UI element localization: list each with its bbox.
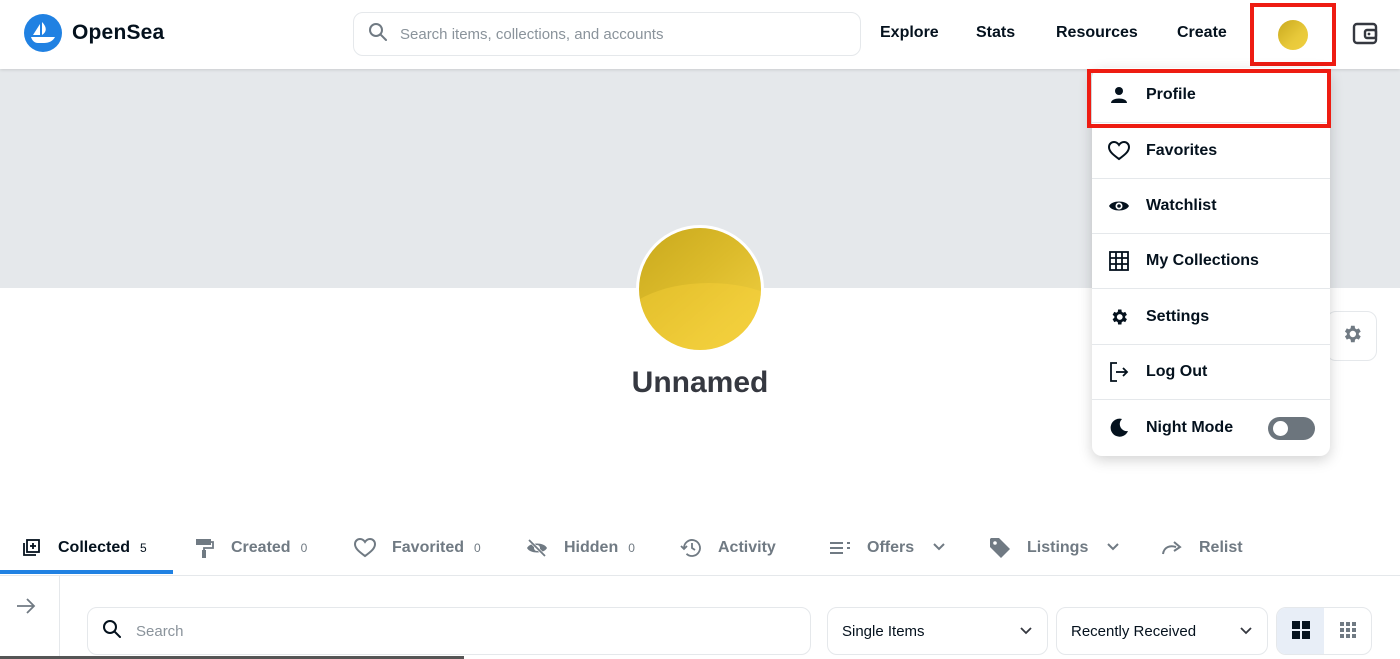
tab-activity[interactable]: Activity — [680, 520, 776, 575]
small-grid-icon — [1339, 621, 1357, 644]
account-avatar-button[interactable] — [1250, 3, 1336, 66]
item-type-value: Single Items — [842, 622, 925, 640]
profile-avatar — [636, 225, 764, 353]
tab-relist[interactable]: Relist — [1161, 520, 1243, 575]
sort-value: Recently Received — [1071, 622, 1197, 640]
sort-select[interactable]: Recently Received — [1056, 607, 1268, 655]
top-navbar: OpenSea Explore Stats Resources Create — [0, 0, 1400, 69]
tab-label: Created — [231, 538, 291, 556]
large-grid-view-button[interactable] — [1277, 608, 1324, 654]
tab-offers[interactable]: Offers — [829, 520, 946, 575]
heart-icon — [1108, 140, 1130, 162]
gear-icon — [1108, 306, 1130, 328]
menu-item-label: My Collections — [1146, 252, 1259, 269]
grid-icon — [1108, 250, 1130, 272]
small-grid-view-button[interactable] — [1324, 608, 1371, 654]
tab-hidden[interactable]: Hidden 0 — [526, 520, 635, 575]
tab-label: Favorited — [392, 538, 465, 556]
account-dropdown-menu: Profile Favorites Watchlist My Collectio… — [1092, 68, 1330, 456]
chevron-down-icon — [932, 539, 946, 557]
tab-count: 0 — [474, 540, 481, 555]
search-icon — [368, 22, 388, 47]
arrow-right-icon[interactable] — [16, 598, 36, 619]
menu-item-profile[interactable]: Profile — [1092, 68, 1330, 123]
opensea-logo-link[interactable]: OpenSea — [24, 14, 164, 52]
history-icon — [680, 537, 702, 559]
tab-label: Collected — [58, 538, 131, 556]
menu-item-label: Profile — [1146, 86, 1196, 103]
tab-label: Activity — [718, 538, 776, 556]
chevron-down-icon — [1106, 539, 1120, 557]
menu-item-night-mode[interactable]: Night Mode — [1092, 400, 1330, 455]
tab-count: 0 — [300, 540, 308, 555]
chevron-down-icon — [1239, 623, 1253, 640]
tab-label: Listings — [1027, 538, 1089, 556]
tab-favorited[interactable]: Favorited 0 — [354, 520, 481, 575]
menu-item-label: Night Mode — [1146, 418, 1234, 436]
tag-icon — [989, 537, 1011, 559]
collected-icon — [20, 537, 42, 559]
item-type-select[interactable]: Single Items — [827, 607, 1048, 655]
menu-item-log-out[interactable]: Log Out — [1092, 345, 1330, 400]
list-icon — [829, 537, 851, 559]
tab-label: Relist — [1199, 538, 1243, 556]
profile-tabs: Collected 5 Created 0 Favorited 0 Hidden… — [0, 520, 1400, 576]
person-icon — [1108, 84, 1130, 106]
menu-item-settings[interactable]: Settings — [1092, 290, 1330, 345]
nav-explore[interactable]: Explore — [880, 24, 939, 42]
eye-icon — [1108, 195, 1130, 217]
menu-item-label: Log Out — [1146, 363, 1208, 380]
nav-create[interactable]: Create — [1177, 24, 1227, 42]
brand-name: OpenSea — [72, 21, 165, 44]
account-avatar — [1278, 19, 1308, 50]
large-grid-icon — [1291, 620, 1311, 645]
night-mode-toggle[interactable] — [1268, 417, 1315, 440]
redo-arrow-icon — [1161, 537, 1183, 559]
menu-item-label: Watchlist — [1146, 197, 1217, 214]
menu-item-favorites[interactable]: Favorites — [1092, 124, 1330, 179]
eye-off-icon — [526, 537, 548, 559]
moon-icon — [1108, 417, 1130, 439]
logout-icon — [1108, 361, 1130, 383]
tab-count: 5 — [140, 540, 147, 555]
opensea-boat-logo-icon — [24, 14, 62, 52]
profile-settings-button[interactable] — [1326, 311, 1377, 361]
items-search-input[interactable] — [136, 622, 776, 640]
menu-item-my-collections[interactable]: My Collections — [1092, 234, 1330, 289]
tab-collected[interactable]: Collected 5 — [20, 520, 147, 575]
menu-item-label: Settings — [1146, 308, 1210, 325]
menu-item-watchlist[interactable]: Watchlist — [1092, 179, 1330, 234]
items-search-bar[interactable] — [87, 607, 811, 655]
nav-resources[interactable]: Resources — [1056, 24, 1138, 42]
heart-icon — [354, 537, 376, 559]
global-search-input[interactable] — [400, 25, 820, 43]
chevron-down-icon — [1019, 623, 1033, 640]
tab-created[interactable]: Created 0 — [193, 520, 307, 575]
nav-stats[interactable]: Stats — [976, 24, 1015, 42]
active-tab-indicator — [0, 570, 173, 574]
search-icon — [102, 619, 122, 644]
tab-count: 0 — [628, 540, 635, 555]
menu-item-label: Favorites — [1146, 142, 1218, 159]
tab-label: Offers — [867, 538, 915, 556]
tab-listings[interactable]: Listings — [989, 520, 1120, 575]
tab-label: Hidden — [564, 538, 619, 556]
paint-roller-icon — [193, 537, 215, 559]
gear-icon — [1341, 323, 1363, 350]
filter-sidebar-collapsed — [0, 576, 60, 659]
wallet-icon[interactable] — [1352, 20, 1378, 51]
global-search-bar[interactable] — [353, 12, 861, 56]
grid-view-toggle — [1276, 607, 1372, 655]
